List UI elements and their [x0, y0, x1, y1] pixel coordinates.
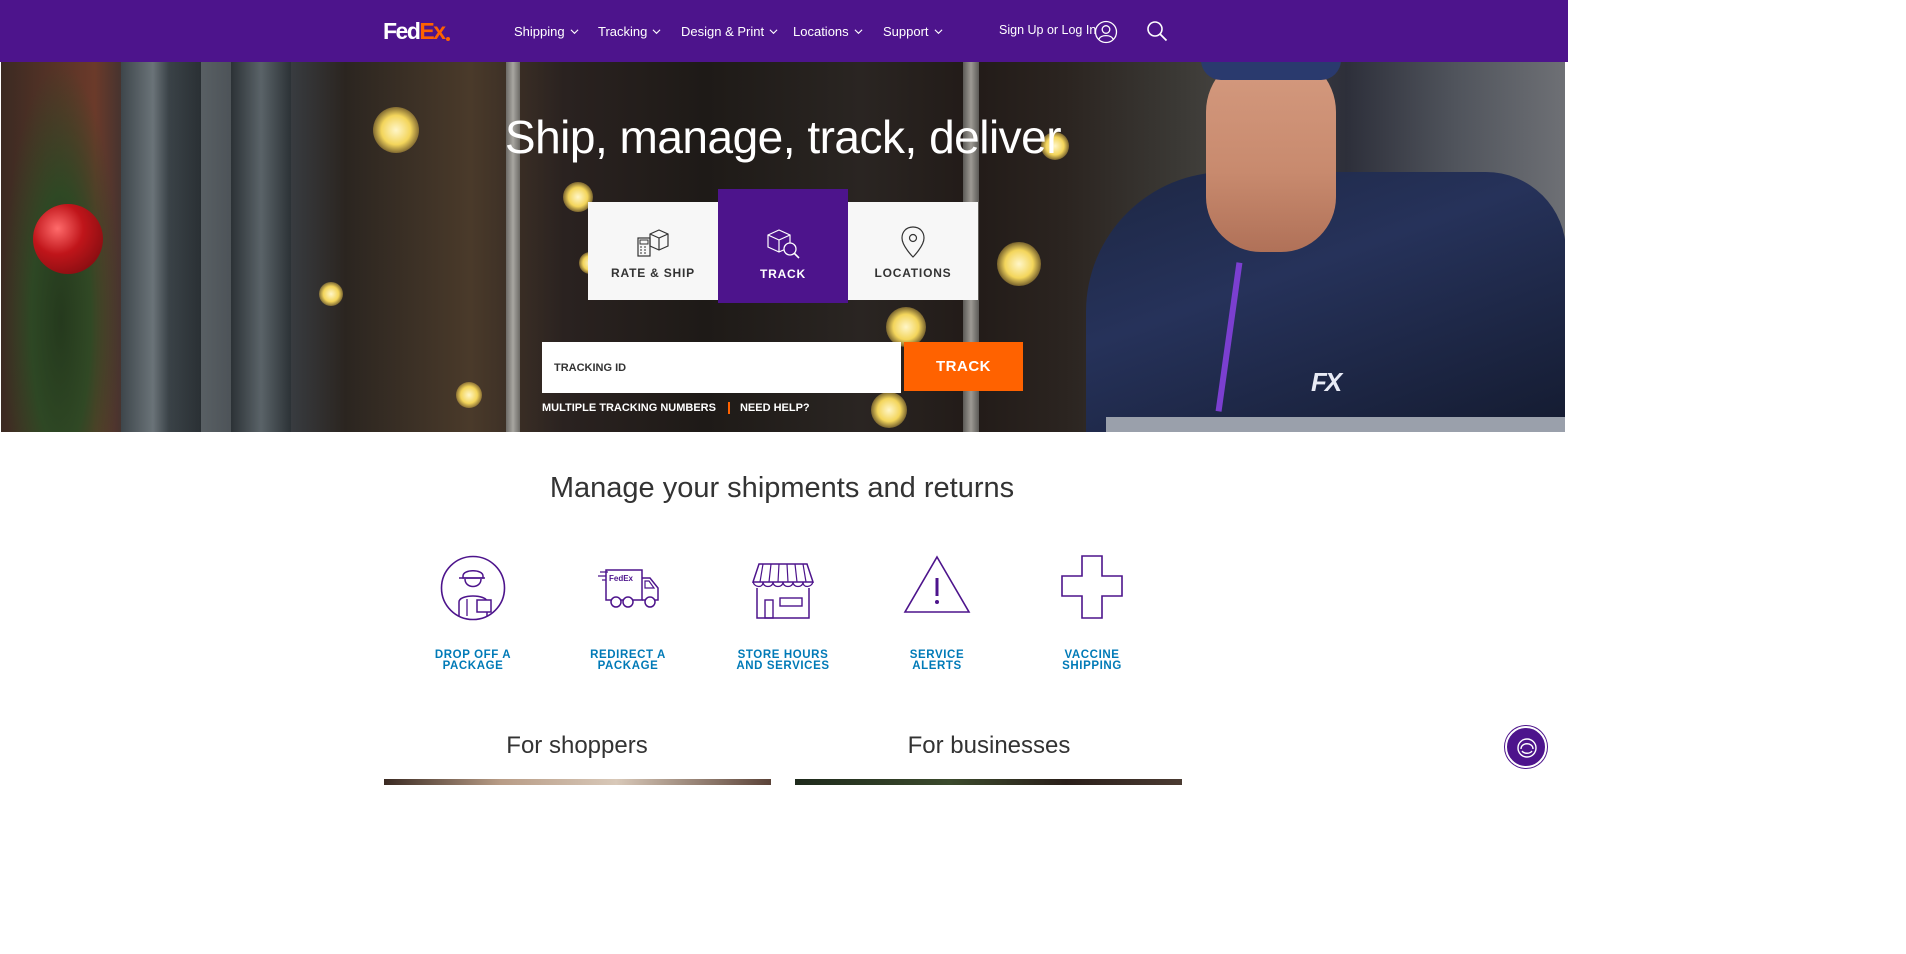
- calculator-boxes-icon: [637, 229, 669, 257]
- bokeh-light: [871, 392, 907, 428]
- delivery-truck-icon: FedEx: [598, 569, 659, 608]
- svg-text:FedEx: FedEx: [609, 574, 634, 583]
- medical-cross-icon: [1061, 555, 1123, 619]
- tab-locations[interactable]: LOCATIONS: [848, 202, 978, 300]
- nav-support[interactable]: Support: [883, 24, 943, 39]
- top-navigation-bar: FedEx Shipping Tracking Design & Print L…: [0, 0, 1568, 62]
- need-help-link[interactable]: NEED HELP?: [740, 402, 810, 414]
- drop-off-package-link[interactable]: DROP OFF A PACKAGE: [413, 554, 533, 672]
- chevron-down-icon: [652, 29, 661, 35]
- track-button[interactable]: TRACK: [904, 342, 1023, 391]
- location-pin-icon: [901, 226, 925, 258]
- service-alerts-link[interactable]: SERVICE ALERTS: [877, 554, 997, 672]
- multiple-tracking-numbers-link[interactable]: MULTIPLE TRACKING NUMBERS: [542, 402, 716, 414]
- chevron-down-icon: [934, 29, 943, 35]
- link-divider: [727, 402, 730, 414]
- alert-triangle-icon: [903, 555, 971, 613]
- jacket-logo-patch: FX: [1311, 367, 1342, 397]
- store-hours-link[interactable]: STORE HOURS AND SERVICES: [723, 554, 843, 672]
- nav-design-print[interactable]: Design & Print: [681, 24, 778, 39]
- user-icon[interactable]: [1094, 20, 1118, 44]
- logo-dot: [445, 37, 450, 41]
- fedex-logo[interactable]: FedEx: [383, 18, 450, 44]
- store-icon: [751, 563, 815, 619]
- manage-section-title: Manage your shipments and returns: [549, 472, 1015, 504]
- bokeh-light: [886, 307, 926, 347]
- tab-track[interactable]: TRACK: [718, 189, 848, 303]
- tab-rate-ship[interactable]: RATE & SHIP: [588, 202, 718, 300]
- redirect-package-link[interactable]: FedEx REDIRECT A PACKAGE: [568, 554, 688, 672]
- nav-locations[interactable]: Locations: [793, 24, 863, 39]
- vaccine-shipping-link[interactable]: VACCINE SHIPPING: [1032, 554, 1152, 672]
- bokeh-light: [997, 242, 1041, 286]
- tracking-help-links: MULTIPLE TRACKING NUMBERS NEED HELP?: [542, 402, 810, 414]
- person-with-package-icon: [440, 555, 506, 621]
- ornament-image: [33, 204, 103, 274]
- for-businesses-title: For businesses: [907, 732, 1071, 759]
- for-shoppers-title: For shoppers: [506, 732, 648, 759]
- chevron-down-icon: [769, 29, 778, 35]
- search-icon[interactable]: [1146, 20, 1168, 42]
- chevron-down-icon: [854, 29, 863, 35]
- bokeh-light: [456, 382, 482, 408]
- hero-title: Ship, manage, track, deliver: [504, 111, 1062, 163]
- nav-tracking[interactable]: Tracking: [598, 24, 661, 39]
- package-search-icon: [767, 229, 800, 259]
- sign-in-link[interactable]: Sign Up or Log In: [999, 23, 1096, 37]
- shoppers-card-image[interactable]: [384, 779, 771, 785]
- chat-support-button[interactable]: [1505, 726, 1547, 768]
- chevron-down-icon: [570, 29, 579, 35]
- nav-shipping[interactable]: Shipping: [514, 24, 579, 39]
- tracking-id-input[interactable]: [542, 342, 901, 393]
- bokeh-light: [319, 282, 343, 306]
- chat-headset-icon: [1517, 738, 1537, 758]
- businesses-card-image[interactable]: [795, 779, 1182, 785]
